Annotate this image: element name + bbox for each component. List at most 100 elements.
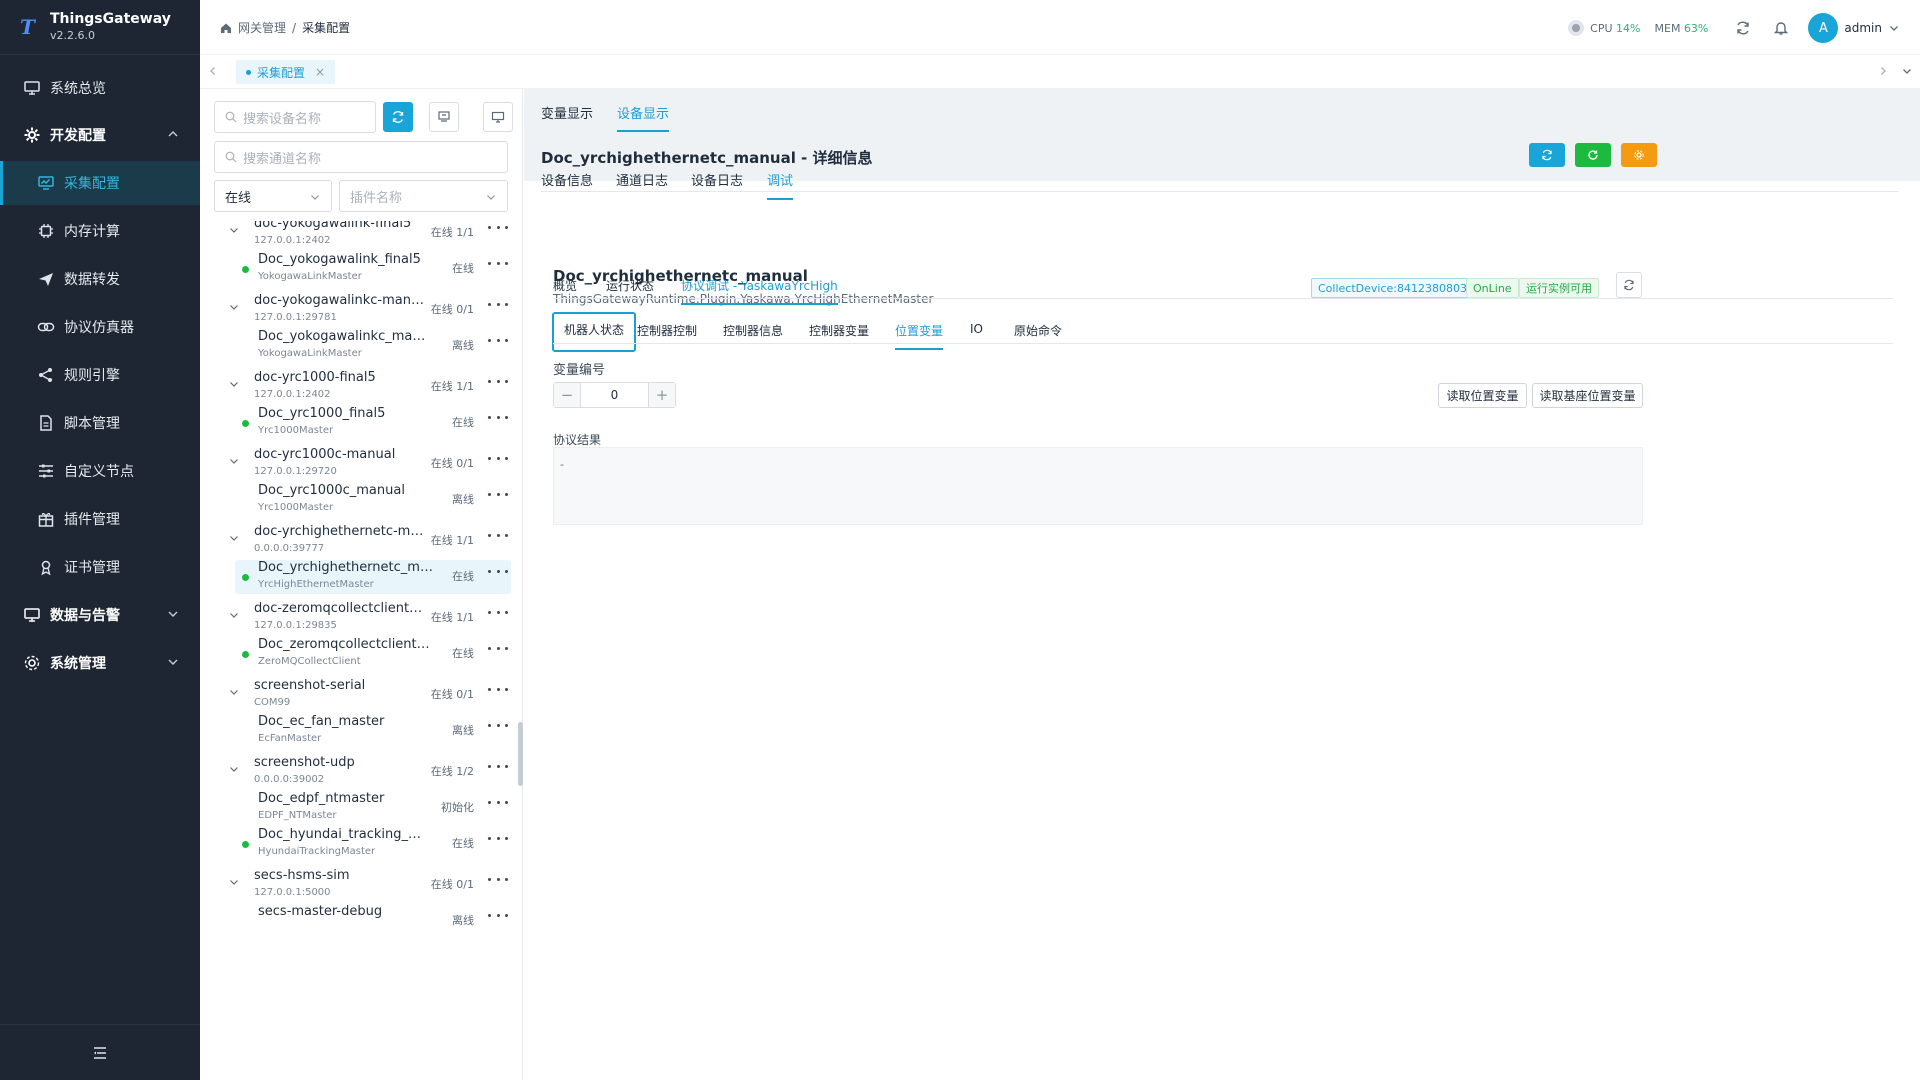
tree-export-button[interactable] bbox=[429, 102, 459, 132]
tab-raw-command[interactable]: 原始命令 bbox=[1014, 322, 1062, 348]
tree-device-row[interactable]: secs-master-debug 离线 bbox=[200, 904, 518, 938]
more-icon[interactable] bbox=[488, 908, 508, 922]
tab-position-variable[interactable]: 位置变量 bbox=[895, 322, 944, 350]
tab-collect-config[interactable]: 采集配置 × bbox=[236, 60, 336, 84]
tree-channel-row[interactable]: doc-yokogawalink-final5 127.0.0.1:2402 在线 … bbox=[200, 221, 518, 252]
more-icon[interactable] bbox=[488, 718, 508, 732]
tab-protocol-debug[interactable]: 协议调试 - YaskawaYrcHigh bbox=[681, 277, 838, 305]
tree-channel-row[interactable]: screenshot-serial COM99 在线 0/1 bbox=[200, 678, 518, 714]
device-refresh-button[interactable] bbox=[1616, 272, 1642, 298]
chevron-down-icon[interactable] bbox=[228, 224, 240, 236]
tab-run-status[interactable]: 运行状态 bbox=[606, 277, 654, 303]
more-icon[interactable] bbox=[488, 759, 508, 773]
chevron-down-icon[interactable] bbox=[228, 609, 240, 621]
more-icon[interactable] bbox=[488, 410, 508, 424]
plugin-filter-select[interactable]: 插件名称 bbox=[339, 180, 508, 212]
chevron-down-icon[interactable] bbox=[1900, 64, 1914, 78]
tree-view-button[interactable] bbox=[483, 102, 513, 132]
username[interactable]: admin bbox=[1844, 21, 1882, 35]
more-icon[interactable] bbox=[488, 682, 508, 696]
tab-controller-control[interactable]: 控制器控制 bbox=[637, 322, 697, 348]
sidebar-group-data-alarm[interactable]: 数据与告警 bbox=[0, 593, 200, 637]
tree-device-row[interactable]: Doc_hyundai_tracking_master HyundaiTracki… bbox=[200, 827, 518, 861]
tree-device-row[interactable]: Doc_yrchighethernetc_manual YrcHighEthern… bbox=[235, 560, 511, 594]
tree-channel-row[interactable]: screenshot-udp 0.0.0.0:39002 在线 1/2 bbox=[200, 755, 518, 791]
variable-number-stepper[interactable]: − 0 + bbox=[553, 382, 676, 408]
detail-restart-button[interactable] bbox=[1575, 143, 1611, 167]
sidebar-item-collect-config[interactable]: 采集配置 bbox=[0, 161, 200, 205]
tab-controller-variable[interactable]: 控制器变量 bbox=[809, 322, 869, 348]
sidebar-item-rule-engine[interactable]: 规则引擎 bbox=[0, 353, 200, 397]
tab-variable-view[interactable]: 变量显示 bbox=[541, 103, 593, 130]
breadcrumb-root[interactable]: 网关管理 bbox=[238, 19, 286, 36]
tab-robot-status[interactable]: 机器人状态 bbox=[552, 312, 636, 352]
sidebar-item-memory-compute[interactable]: 内存计算 bbox=[0, 209, 200, 253]
sidebar-item-script-manage[interactable]: 脚本管理 bbox=[0, 401, 200, 445]
variable-number-value[interactable]: 0 bbox=[580, 383, 649, 407]
tab-device-log[interactable]: 设备日志 bbox=[691, 170, 743, 198]
decrement-button[interactable]: − bbox=[554, 383, 580, 407]
more-icon[interactable] bbox=[488, 872, 508, 886]
more-icon[interactable] bbox=[488, 528, 508, 542]
channel-search-input[interactable]: 搜索通道名称 bbox=[214, 141, 508, 173]
more-icon[interactable] bbox=[488, 221, 508, 234]
tree-channel-row[interactable]: doc-yokogawalinkc-manual 127.0.0.1:29781 在… bbox=[200, 293, 518, 329]
tree-channel-row[interactable]: doc-yrc1000c-manual 127.0.0.1:29720 在线 0/1 bbox=[200, 447, 518, 483]
tab-device-info[interactable]: 设备信息 bbox=[541, 170, 593, 198]
tree-device-row[interactable]: Doc_ec_fan_master EcFanMaster 离线 bbox=[200, 714, 518, 748]
tree-device-row[interactable]: Doc_edpf_ntmaster EDPF_NTMaster 初始化 bbox=[200, 791, 518, 825]
detail-settings-button[interactable] bbox=[1621, 143, 1657, 167]
chevron-down-icon[interactable] bbox=[228, 455, 240, 467]
tree-device-row[interactable]: Doc_yokogawalinkc_manual YokogawaLinkMast… bbox=[200, 329, 518, 363]
more-icon[interactable] bbox=[488, 256, 508, 270]
read-base-position-variable-button[interactable]: 读取基座位置变量 bbox=[1532, 383, 1643, 408]
more-icon[interactable] bbox=[488, 831, 508, 845]
sidebar-group-system-manage[interactable]: 系统管理 bbox=[0, 641, 200, 685]
chevron-down-icon[interactable] bbox=[228, 876, 240, 888]
sidebar-item-custom-node[interactable]: 自定义节点 bbox=[0, 449, 200, 493]
tree-device-row[interactable]: Doc_yokogawalink_final5 YokogawaLinkMaste… bbox=[200, 252, 518, 286]
device-search-input[interactable]: 搜索设备名称 bbox=[214, 101, 376, 133]
more-icon[interactable] bbox=[488, 641, 508, 655]
chevron-down-icon[interactable] bbox=[228, 763, 240, 775]
tab-io[interactable]: IO bbox=[970, 322, 983, 345]
more-icon[interactable] bbox=[488, 795, 508, 809]
read-position-variable-button[interactable]: 读取位置变量 bbox=[1438, 383, 1527, 408]
chevron-down-icon[interactable] bbox=[228, 378, 240, 390]
tab-debug[interactable]: 调试 bbox=[767, 170, 794, 200]
chevron-down-icon[interactable] bbox=[228, 301, 240, 313]
tree-channel-row[interactable]: secs-hsms-sim 127.0.0.1:5000 在线 0/1 bbox=[200, 868, 518, 904]
tab-overview[interactable]: 概览 bbox=[553, 277, 577, 303]
sidebar-item-protocol-simulator[interactable]: 协议仿真器 bbox=[0, 305, 200, 349]
more-icon[interactable] bbox=[488, 333, 508, 347]
chevron-right-icon[interactable] bbox=[1876, 64, 1890, 78]
tree-channel-row[interactable]: doc-yrc1000-final5 127.0.0.1:2402 在线 1/1 bbox=[200, 370, 518, 406]
sidebar-item-data-forward[interactable]: 数据转发 bbox=[0, 257, 200, 301]
tree-device-row[interactable]: Doc_zeromqcollectclientfinal... ZeroMQCol… bbox=[200, 637, 518, 671]
notification-button[interactable] bbox=[1764, 11, 1798, 45]
detail-refresh-button[interactable] bbox=[1529, 143, 1565, 167]
more-icon[interactable] bbox=[488, 564, 508, 578]
more-icon[interactable] bbox=[488, 451, 508, 465]
tab-channel-log[interactable]: 通道日志 bbox=[616, 170, 668, 198]
more-icon[interactable] bbox=[488, 297, 508, 311]
more-icon[interactable] bbox=[488, 374, 508, 388]
sidebar-group-dev-config[interactable]: 开发配置 bbox=[0, 113, 200, 157]
status-filter-select[interactable]: 在线 bbox=[214, 180, 332, 212]
tree-device-row[interactable]: Doc_yrc1000c_manual Yrc1000Master 离线 bbox=[200, 483, 518, 517]
tab-device-view[interactable]: 设备显示 bbox=[617, 103, 670, 132]
avatar[interactable]: A bbox=[1808, 13, 1839, 43]
sidebar-item-cert-manage[interactable]: 证书管理 bbox=[0, 545, 200, 589]
chevron-down-icon[interactable] bbox=[228, 532, 240, 544]
tree-channel-row[interactable]: doc-zeromqcollectclientfin... 127.0.0.1:2… bbox=[200, 601, 518, 637]
tree-scrollbar[interactable] bbox=[518, 722, 523, 786]
chevron-down-icon[interactable] bbox=[1888, 22, 1900, 34]
sidebar-collapse-toggle[interactable] bbox=[0, 1024, 200, 1080]
tree-device-row[interactable]: Doc_yrc1000_final5 Yrc1000Master 在线 bbox=[200, 406, 518, 440]
tab-controller-info[interactable]: 控制器信息 bbox=[723, 322, 783, 348]
increment-button[interactable]: + bbox=[649, 383, 675, 407]
more-icon[interactable] bbox=[488, 605, 508, 619]
sidebar-item-system-overview[interactable]: 系统总览 bbox=[0, 66, 200, 110]
more-icon[interactable] bbox=[488, 487, 508, 501]
tree-channel-row[interactable]: doc-yrchighethernetc-man... 0.0.0.0:39777… bbox=[200, 524, 518, 560]
